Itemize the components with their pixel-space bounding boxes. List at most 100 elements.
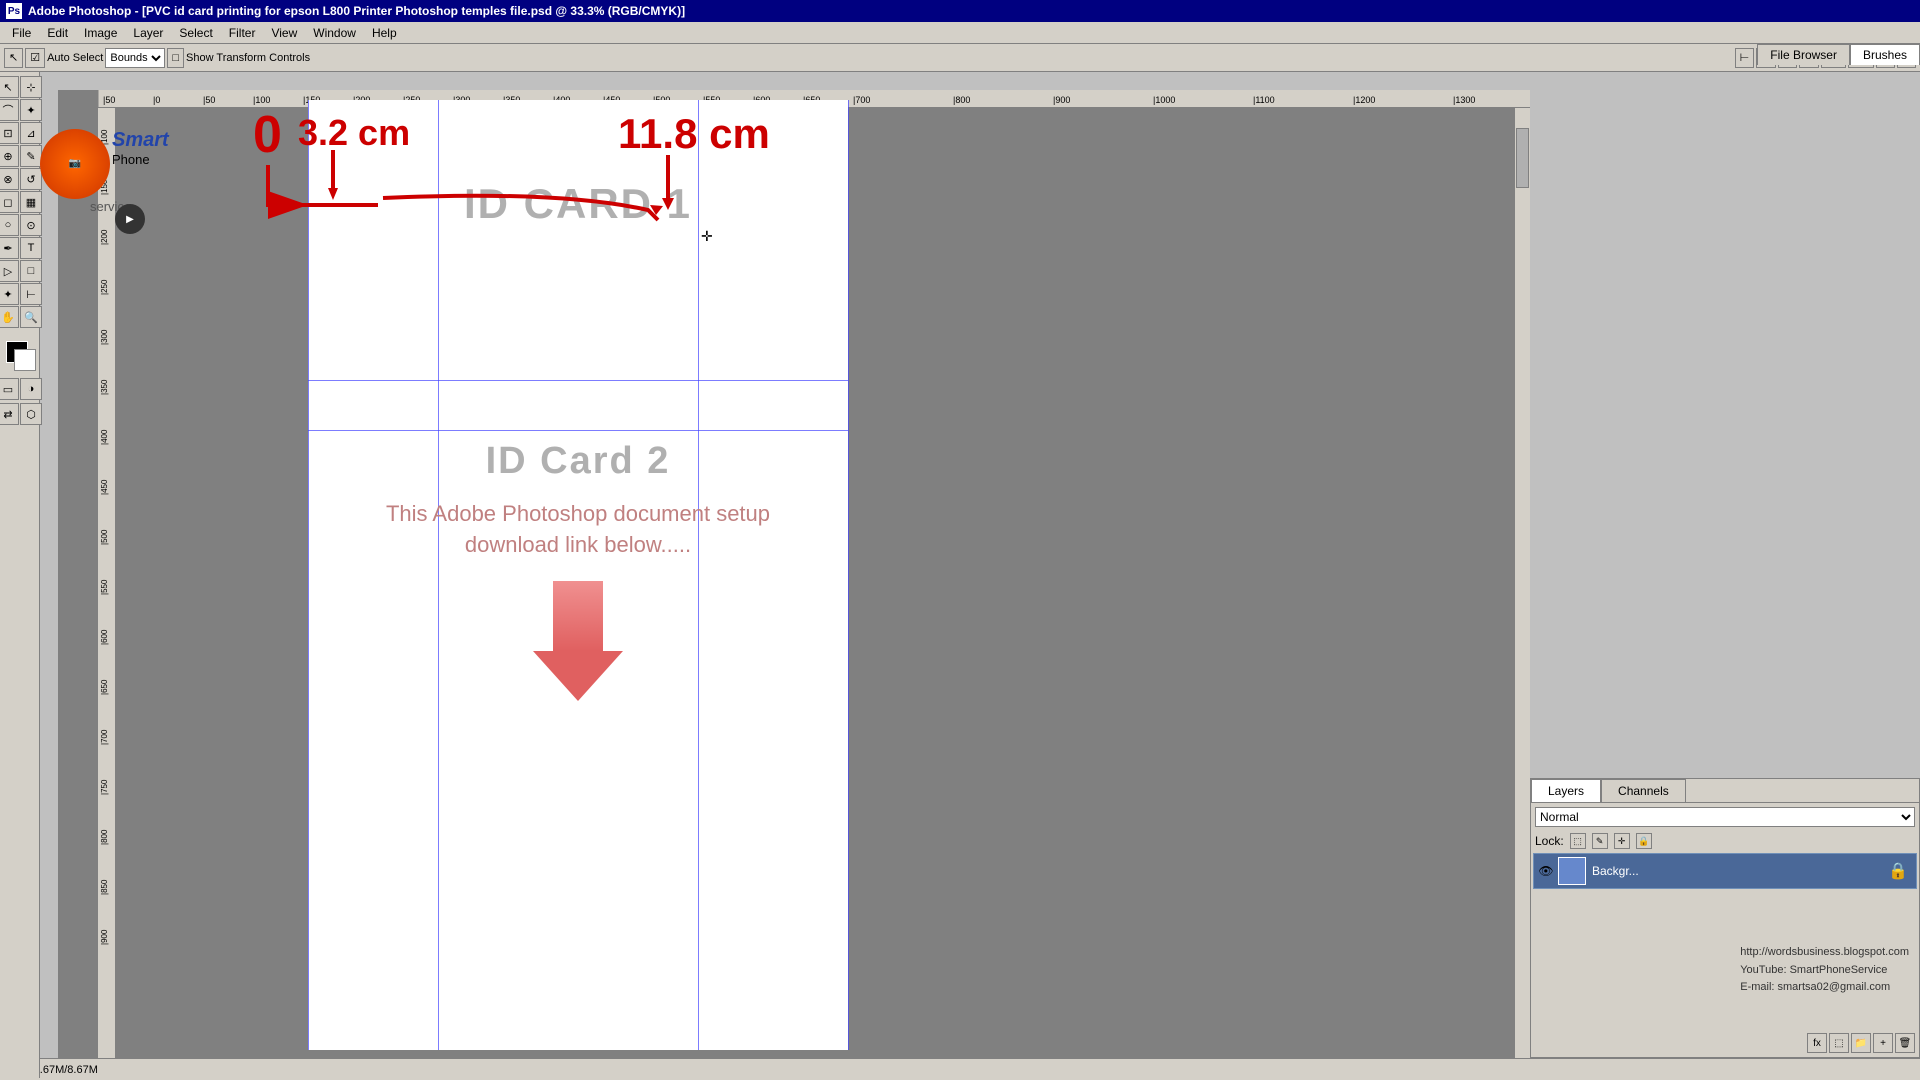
brush-tool[interactable]: ✎ bbox=[20, 145, 42, 167]
scrollbar-vertical[interactable] bbox=[1514, 108, 1530, 1062]
arrow-body bbox=[553, 581, 603, 651]
screen-mode-row: ⇄ ⬡ bbox=[0, 403, 42, 425]
hand-tool[interactable]: ✋ bbox=[0, 306, 19, 328]
layer-row: 👁 Backgr... 🔒 bbox=[1533, 853, 1917, 889]
cursor-indicator: ✛ bbox=[701, 228, 713, 245]
new-group-btn[interactable]: 📁 bbox=[1851, 1033, 1871, 1053]
lock-transparency-btn[interactable]: ⬚ bbox=[1570, 833, 1586, 849]
pen-tool[interactable]: ✒ bbox=[0, 237, 19, 259]
patch-tool[interactable]: ⊕ bbox=[0, 145, 19, 167]
standard-mode[interactable]: ▭ bbox=[0, 378, 19, 400]
svg-text:|800: |800 bbox=[100, 829, 109, 845]
shape-tool[interactable]: □ bbox=[20, 260, 42, 282]
info-line-1: http://wordsbusiness.blogspot.com bbox=[1740, 944, 1909, 962]
menu-help[interactable]: Help bbox=[364, 24, 405, 42]
lock-all-btn[interactable]: 🔒 bbox=[1636, 833, 1652, 849]
arrow-head bbox=[533, 651, 623, 701]
menu-file[interactable]: File bbox=[4, 24, 39, 42]
select-tool[interactable]: ⊹ bbox=[20, 76, 42, 98]
select-mode-dropdown[interactable]: Bounds bbox=[105, 48, 165, 68]
path-select-tool[interactable]: ▷ bbox=[0, 260, 19, 282]
menu-edit[interactable]: Edit bbox=[39, 24, 76, 42]
new-layer-btn[interactable]: + bbox=[1873, 1033, 1893, 1053]
convert-btn[interactable]: ⇄ bbox=[0, 403, 19, 425]
tab-brushes[interactable]: Brushes bbox=[1850, 44, 1920, 65]
svg-text:|300: |300 bbox=[100, 329, 109, 345]
scrollbar-vertical-thumb[interactable] bbox=[1516, 128, 1529, 188]
id-card-2-section: ID Card 2 This Adobe Photoshop document … bbox=[308, 440, 848, 701]
menu-layer[interactable]: Layer bbox=[125, 24, 171, 42]
tab-area: File Browser Brushes bbox=[1757, 44, 1920, 65]
svg-text:|1200: |1200 bbox=[1353, 95, 1375, 105]
canvas-area: |50 |0 |50 |100 |150 |200 |250 |300 |350… bbox=[58, 90, 1530, 1078]
dodge-tool[interactable]: ○ bbox=[0, 214, 19, 236]
eyedropper-tool[interactable]: ✦ bbox=[0, 283, 19, 305]
svg-text:|900: |900 bbox=[100, 929, 109, 945]
tab-layers[interactable]: Layers bbox=[1531, 779, 1601, 802]
ruler-left-svg: |100 |150 |200 |250 |300 |350 |400 |450 … bbox=[98, 108, 116, 1078]
svg-text:|800: |800 bbox=[953, 95, 970, 105]
info-line-3: E-mail: smartsa02@gmail.com bbox=[1740, 979, 1909, 997]
title-text: Adobe Photoshop - [PVC id card printing … bbox=[28, 4, 685, 18]
bottom-panel-info: http://wordsbusiness.blogspot.com YouTub… bbox=[1740, 944, 1909, 997]
layer-style-btn[interactable]: fx bbox=[1807, 1033, 1827, 1053]
blend-mode-select[interactable]: Normal bbox=[1535, 807, 1915, 827]
svg-text:|550: |550 bbox=[100, 579, 109, 595]
logo-circle: 📷 bbox=[40, 129, 110, 199]
background-color[interactable] bbox=[14, 349, 36, 371]
magic-wand-tool[interactable]: ✦ bbox=[20, 99, 42, 121]
svg-text:|0: |0 bbox=[153, 95, 160, 105]
menu-window[interactable]: Window bbox=[305, 24, 364, 42]
move-tool-btn[interactable]: ↖ bbox=[4, 48, 23, 68]
id-card-1-label: ID CARD 1 bbox=[308, 180, 848, 228]
quick-mask-mode[interactable]: ◑ bbox=[20, 378, 42, 400]
guide-horizontal-2 bbox=[308, 430, 848, 431]
menu-view[interactable]: View bbox=[263, 24, 305, 42]
svg-text:|900: |900 bbox=[1053, 95, 1070, 105]
menu-filter[interactable]: Filter bbox=[221, 24, 264, 42]
imageready-btn[interactable]: ⬡ bbox=[20, 403, 42, 425]
tab-file-browser[interactable]: File Browser bbox=[1757, 44, 1850, 65]
burn-tool[interactable]: ⊙ bbox=[20, 214, 42, 236]
blend-mode-row: Normal bbox=[1531, 803, 1919, 831]
measure-tool[interactable]: ⊢ bbox=[20, 283, 42, 305]
add-mask-btn[interactable]: ⬚ bbox=[1829, 1033, 1849, 1053]
move-tool[interactable]: ↖ bbox=[0, 76, 19, 98]
options-bar: ↖ ☑ Auto Select Bounds □ Show Transform … bbox=[0, 44, 1920, 72]
auto-select-label: Auto Select bbox=[47, 52, 103, 64]
tool-row-7: ○ ⊙ bbox=[0, 214, 42, 236]
tool-row-10: ✦ ⊢ bbox=[0, 283, 42, 305]
ps-icon: Ps bbox=[6, 3, 22, 19]
ruler-left: |100 |150 |200 |250 |300 |350 |400 |450 … bbox=[98, 108, 116, 1078]
show-transform-btn[interactable]: □ bbox=[167, 48, 184, 68]
svg-text:|50: |50 bbox=[103, 95, 115, 105]
lock-position-btn[interactable]: ✛ bbox=[1614, 833, 1630, 849]
slice-tool[interactable]: ⊿ bbox=[20, 122, 42, 144]
history-brush[interactable]: ↺ bbox=[20, 168, 42, 190]
svg-text:|700: |700 bbox=[853, 95, 870, 105]
logo-circle-inner: 📷 bbox=[69, 158, 81, 170]
menu-select[interactable]: Select bbox=[171, 24, 220, 42]
align-btn-1[interactable]: ⊢ bbox=[1735, 48, 1755, 68]
color-swatches[interactable] bbox=[2, 337, 38, 373]
layer-name-label: Backgr... bbox=[1592, 864, 1639, 878]
layer-visibility-toggle[interactable]: 👁 bbox=[1538, 863, 1554, 879]
clone-tool[interactable]: ⊗ bbox=[0, 168, 19, 190]
text-tool[interactable]: T bbox=[20, 237, 42, 259]
lasso-tool[interactable]: ⌒ bbox=[0, 99, 19, 121]
tab-channels[interactable]: Channels bbox=[1601, 779, 1686, 802]
id-card-2-title: ID Card 2 bbox=[308, 440, 848, 483]
svg-text:|850: |850 bbox=[100, 879, 109, 895]
delete-layer-btn[interactable]: 🗑 bbox=[1895, 1033, 1915, 1053]
zoom-tool[interactable]: 🔍 bbox=[20, 306, 42, 328]
gradient-tool[interactable]: ▦ bbox=[20, 191, 42, 213]
crop-tool[interactable]: ⊡ bbox=[0, 122, 19, 144]
small-circle-label: ▶ bbox=[126, 214, 134, 225]
lock-pixels-btn[interactable]: ✎ bbox=[1592, 833, 1608, 849]
tool-row-11: ✋ 🔍 bbox=[0, 306, 42, 328]
auto-select-check[interactable]: ☑ bbox=[25, 48, 45, 68]
document-canvas: ID CARD 1 ID Card 2 This Adobe Photoshop… bbox=[308, 100, 848, 1050]
menu-image[interactable]: Image bbox=[76, 24, 125, 42]
title-bar: Ps Adobe Photoshop - [PVC id card printi… bbox=[0, 0, 1920, 22]
eraser-tool[interactable]: ◻ bbox=[0, 191, 19, 213]
